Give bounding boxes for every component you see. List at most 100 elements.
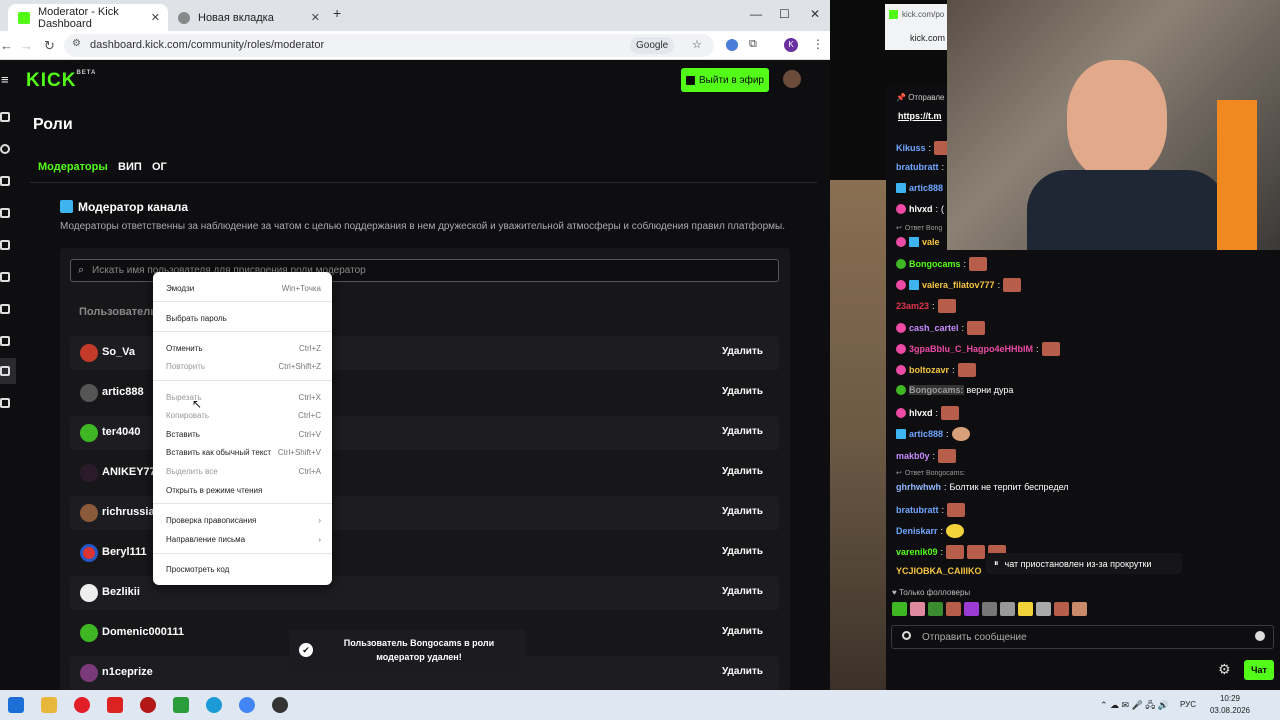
language-indicator[interactable]: РУС	[1180, 700, 1196, 709]
opera-icon[interactable]	[140, 697, 156, 713]
emote-icon[interactable]	[928, 602, 943, 616]
yandex-icon[interactable]	[107, 697, 123, 713]
delete-button[interactable]: Удалить	[722, 506, 763, 517]
profile-avatar[interactable]: K	[784, 38, 798, 52]
chat-username[interactable]: artic888	[909, 183, 943, 193]
emote-icon[interactable]	[964, 602, 979, 616]
menu-item-writing-direction[interactable]: Направление письма ›	[166, 535, 321, 544]
chat-username[interactable]: ghrhwhwh	[896, 482, 941, 492]
edge-icon[interactable]	[206, 697, 222, 713]
tab-og[interactable]: ОГ	[152, 161, 167, 173]
emote-icon[interactable]	[1036, 602, 1051, 616]
minimize-icon[interactable]: —	[750, 7, 762, 21]
username[interactable]: n1ceprize	[102, 666, 153, 678]
chat-paused-banner[interactable]: ⏸ чат приостановлен из-за прокрутки	[986, 553, 1182, 574]
tab-vip[interactable]: ВИП	[118, 161, 142, 173]
sidebar-roles-icon[interactable]	[0, 366, 10, 376]
hamburger-icon[interactable]: ≡	[1, 72, 9, 87]
omnibox[interactable]: ⚙ dashboard.kick.com/community/roles/mod…	[64, 34, 714, 57]
emote-icon[interactable]	[892, 602, 907, 616]
bookmark-star-icon[interactable]: ☆	[692, 38, 702, 51]
username[interactable]: ter4040	[102, 426, 141, 438]
chat-username[interactable]: bratubratt	[896, 162, 939, 172]
site-info-icon[interactable]: ⚙	[72, 38, 81, 49]
delete-button[interactable]: Удалить	[722, 626, 763, 637]
chrome-icon[interactable]	[239, 697, 255, 713]
close-tab-icon[interactable]: ✕	[151, 11, 160, 24]
extensions-puzzle-icon[interactable]: ⧉	[749, 38, 757, 51]
tab-kick-dashboard[interactable]: Moderator - Kick Dashboard ✕	[8, 4, 168, 31]
chat-input-field[interactable]	[891, 625, 1274, 649]
emote-icon[interactable]	[910, 602, 925, 616]
delete-button[interactable]: Удалить	[722, 426, 763, 437]
menu-item-spellcheck[interactable]: Проверка правописания ›	[166, 516, 321, 525]
chat-username[interactable]: cash_cartel	[909, 323, 959, 333]
menu-item-cut[interactable]: Вырезать Ctrl+X	[166, 393, 321, 402]
delete-button[interactable]: Удалить	[722, 666, 763, 677]
chat-username[interactable]: 3gpaBblu_C_Hagpo4eHHblM	[909, 344, 1033, 354]
file-explorer-icon[interactable]	[41, 697, 57, 713]
chat-username[interactable]: YCJIOBKA_CAIIIKO	[896, 566, 982, 576]
emote-icon[interactable]	[946, 602, 961, 616]
sidebar-trophy-icon[interactable]	[0, 240, 10, 250]
tray-icons[interactable]: ⌃ ☁ ✉ 🎤 🖧 🔊	[1100, 698, 1169, 714]
go-live-button[interactable]: Выйти в эфир	[681, 68, 769, 92]
username[interactable]: So_Va	[102, 346, 135, 358]
yandex-browser-icon[interactable]	[74, 697, 90, 713]
system-clock[interactable]: 10:29 03.08.2026	[1200, 693, 1260, 717]
emote-icon[interactable]	[1054, 602, 1069, 616]
sidebar-tools-icon[interactable]	[0, 336, 10, 346]
forward-icon[interactable]: →	[20, 38, 33, 53]
username[interactable]: ANIKEY77	[102, 466, 156, 478]
username[interactable]: Beryl111	[102, 546, 147, 558]
emote-icon[interactable]	[1000, 602, 1015, 616]
extension-icon[interactable]	[726, 39, 738, 51]
new-tab-icon[interactable]: +	[333, 5, 341, 21]
menu-item-select-all[interactable]: Выделить все Ctrl+A	[166, 467, 321, 476]
username[interactable]: Domenic000111	[102, 626, 184, 638]
sidebar-video-icon[interactable]	[0, 272, 10, 282]
chat-username[interactable]: 23am23	[896, 301, 929, 311]
chat-username[interactable]: artic888	[909, 429, 943, 439]
menu-item-paste-plain[interactable]: Вставить как обычный текст Ctrl+Shift+V	[166, 448, 321, 457]
chat-username[interactable]: hlvxd	[909, 204, 933, 214]
chat-username[interactable]: boltozavr	[909, 365, 949, 375]
chat-username[interactable]: vale	[922, 237, 940, 247]
sidebar-link-icon[interactable]	[0, 144, 10, 154]
emote-icon[interactable]	[982, 602, 997, 616]
windows-start-icon[interactable]	[8, 697, 24, 713]
menu-item-paste[interactable]: Вставить Ctrl+V	[166, 430, 321, 439]
sidebar-home-icon[interactable]	[0, 112, 10, 122]
emote-icon[interactable]	[1072, 602, 1087, 616]
url-text[interactable]: dashboard.kick.com/community/roles/moder…	[90, 39, 324, 51]
pinned-link[interactable]: https://t.m	[898, 111, 942, 121]
sidebar-stats-icon[interactable]	[0, 208, 10, 218]
menu-item-reading-mode[interactable]: Открыть в режиме чтения	[166, 486, 321, 495]
menu-item-redo[interactable]: Повторить Ctrl+Shift+Z	[166, 362, 321, 371]
obs-icon[interactable]	[272, 697, 288, 713]
delete-button[interactable]: Удалить	[722, 346, 763, 357]
chat-username[interactable]: hlvxd	[909, 408, 933, 418]
reload-icon[interactable]: ↻	[44, 38, 55, 54]
sidebar-settings-icon[interactable]	[0, 398, 10, 408]
back-icon[interactable]: ←	[0, 38, 13, 53]
tab-moderators[interactable]: Модераторы	[38, 161, 108, 173]
emote-icon[interactable]	[1018, 602, 1033, 616]
kick-app-icon[interactable]	[173, 697, 189, 713]
menu-item-choose-password[interactable]: Выбрать пароль	[166, 314, 321, 323]
username[interactable]: Bezlikii	[102, 586, 140, 598]
username[interactable]: artic888	[102, 386, 144, 398]
delete-button[interactable]: Удалить	[722, 466, 763, 477]
chat-username[interactable]: valera_filatov777	[922, 280, 995, 290]
chat-username[interactable]: makb0y	[896, 451, 930, 461]
chat-username[interactable]: Kikuss	[896, 143, 926, 153]
send-chat-button[interactable]: Чат	[1244, 660, 1274, 680]
chat-username[interactable]: Bongocams	[909, 259, 961, 269]
chat-username[interactable]: Deniskarr	[896, 526, 938, 536]
close-window-icon[interactable]: ✕	[810, 7, 820, 21]
google-lens-badge[interactable]: Google	[630, 37, 675, 54]
kick-logo[interactable]: KICKBETA	[26, 70, 96, 92]
menu-item-inspect[interactable]: Просмотреть код	[166, 565, 321, 574]
maximize-icon[interactable]: ☐	[779, 7, 790, 21]
menu-kebab-icon[interactable]: ⋮	[812, 37, 824, 51]
